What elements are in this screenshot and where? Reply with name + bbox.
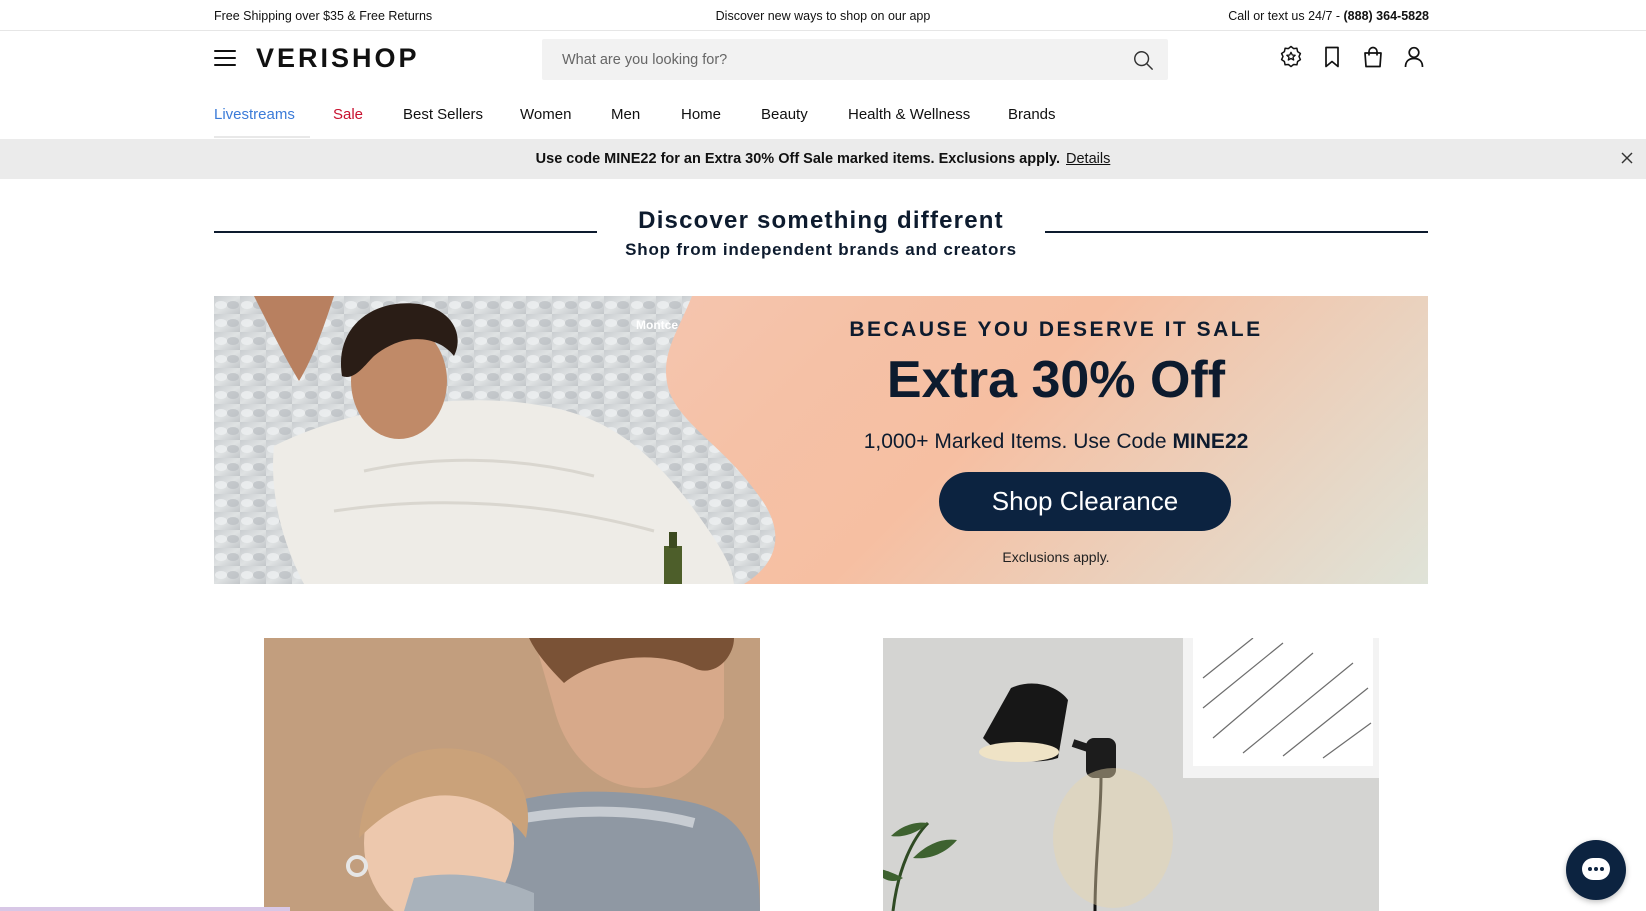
nav-item-brands[interactable]: Brands xyxy=(1008,106,1056,123)
bookmark-icon[interactable] xyxy=(1319,44,1345,70)
shop-clearance-button[interactable]: Shop Clearance xyxy=(939,472,1231,531)
utility-bar: Free Shipping over $35 & Free Returns Di… xyxy=(0,0,1646,31)
nav-item-beauty[interactable]: Beauty xyxy=(761,106,808,123)
close-icon[interactable] xyxy=(1620,151,1634,165)
couple-sweater-image xyxy=(264,638,760,911)
rewards-badge-icon[interactable] xyxy=(1278,44,1304,70)
promo-details-link[interactable]: Details xyxy=(1066,151,1110,167)
nav-item-sale[interactable]: Sale xyxy=(333,106,363,123)
menu-icon[interactable] xyxy=(214,50,236,68)
nav-item-health-wellness[interactable]: Health & Wellness xyxy=(848,106,970,123)
wall-lamp-image xyxy=(883,638,1379,911)
section-title: Discover something different xyxy=(638,207,1004,234)
contact-prefix: Call or text us 24/7 - xyxy=(1228,9,1344,23)
active-nav-underline xyxy=(214,136,310,138)
shopping-bag-icon[interactable] xyxy=(1360,44,1386,70)
hero-promo-code: MINE22 xyxy=(1172,430,1249,453)
site-header: VERISHOP xyxy=(0,31,1646,93)
hero-subheadline: 1,000+ Marked Items. Use Code MINE22 xyxy=(814,430,1298,454)
nav-item-best-sellers[interactable]: Best Sellers xyxy=(403,106,483,123)
chat-button[interactable] xyxy=(1566,840,1626,900)
account-icon[interactable] xyxy=(1401,44,1427,70)
hero-banner[interactable]: Montce BECAUSE YOU DESERVE IT SALE Extra… xyxy=(214,296,1428,584)
hero-brand-tag: Montce xyxy=(636,318,678,332)
contact-phone[interactable]: (888) 364-5828 xyxy=(1344,9,1429,23)
promo-strip: Use code MINE22 for an Extra 30% Off Sal… xyxy=(0,139,1646,179)
hero-sub-prefix: 1,000+ Marked Items. Use Code xyxy=(863,430,1173,453)
nav-item-men[interactable]: Men xyxy=(611,106,640,123)
chat-bubble-icon xyxy=(1582,858,1610,880)
category-tile-fashion[interactable] xyxy=(264,638,760,911)
search-icon[interactable] xyxy=(1132,49,1154,71)
hero-headline: Extra 30% Off xyxy=(886,351,1226,409)
bottom-accent-bar xyxy=(0,907,290,911)
category-tile-home[interactable] xyxy=(883,638,1379,911)
search-bar xyxy=(542,39,1168,80)
section-subtitle: Shop from independent brands and creator… xyxy=(625,240,1017,259)
logo[interactable]: VERISHOP xyxy=(256,43,420,74)
hero-eyebrow: BECAUSE YOU DESERVE IT SALE xyxy=(849,318,1263,341)
discover-section-header: Discover something different Shop from i… xyxy=(214,206,1428,266)
hero-model-image xyxy=(214,296,776,584)
nav-item-home[interactable]: Home xyxy=(681,106,721,123)
contact-message: Call or text us 24/7 - (888) 364-5828 xyxy=(1228,9,1429,23)
nav-item-women[interactable]: Women xyxy=(520,106,571,123)
nav-item-livestreams[interactable]: Livestreams xyxy=(214,106,295,123)
promo-message: Use code MINE22 for an Extra 30% Off Sal… xyxy=(535,151,1060,167)
main-nav: Livestreams Sale Best Sellers Women Men … xyxy=(0,93,1646,139)
promo-message-row: Use code MINE22 for an Extra 30% Off Sal… xyxy=(0,151,1646,167)
search-input[interactable] xyxy=(542,39,1122,80)
hero-fine-print: Exclusions apply. xyxy=(1002,549,1110,565)
